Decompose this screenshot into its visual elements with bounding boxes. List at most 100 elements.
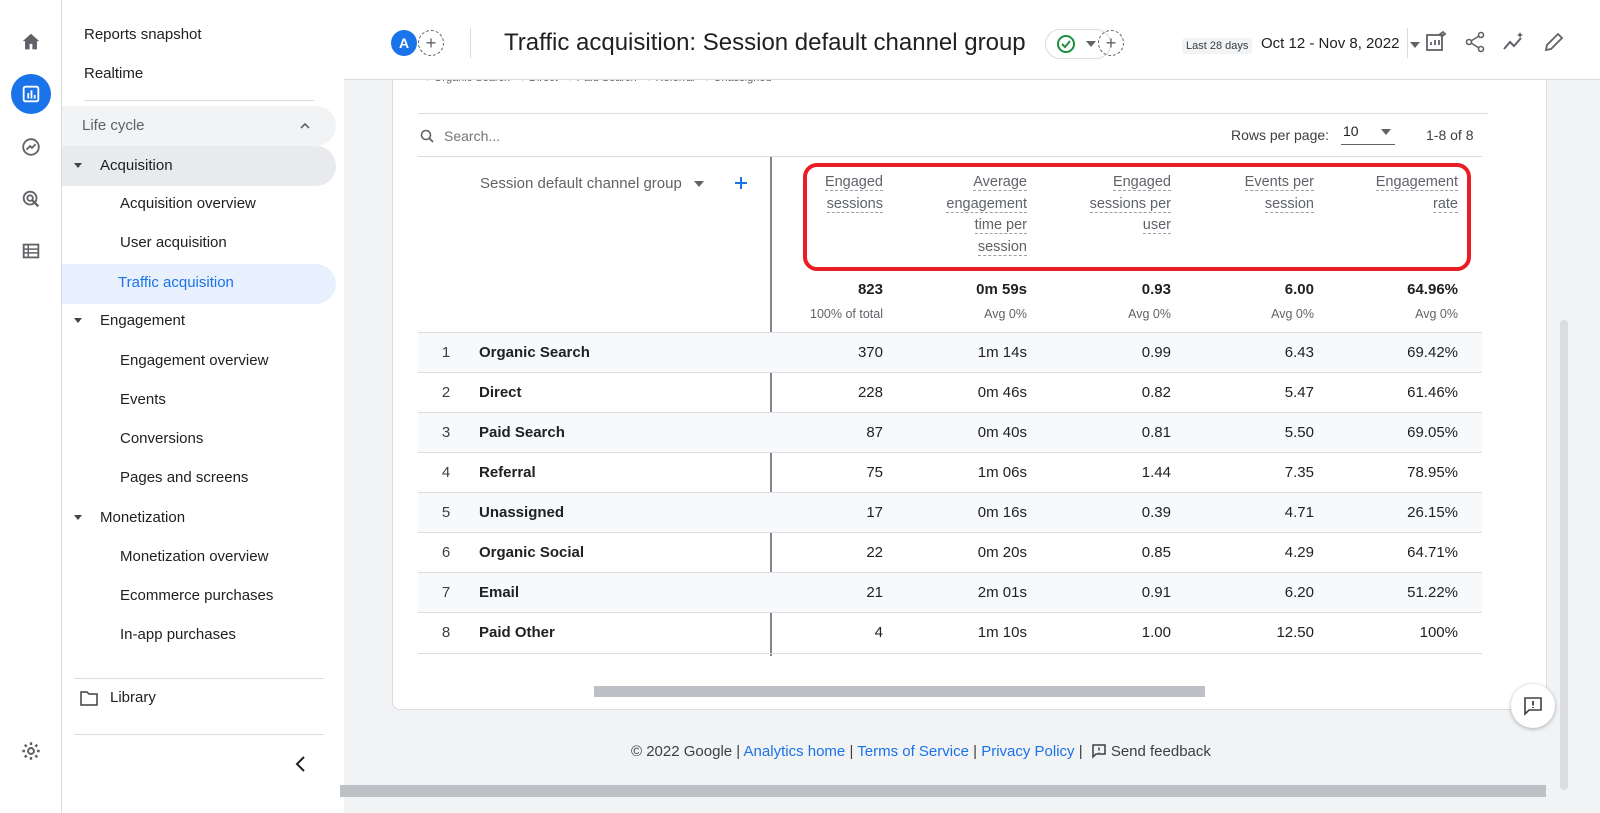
add-report-icon[interactable]: + xyxy=(1098,30,1124,56)
header-divider xyxy=(470,28,471,58)
customize-report-icon[interactable] xyxy=(1422,28,1450,56)
page-vertical-scrollbar[interactable] xyxy=(1560,320,1568,790)
total-sub: Avg 0% xyxy=(1271,307,1314,321)
table-row[interactable]: 8 Paid Other 4 1m 10s 1.00 12.50 100% xyxy=(418,612,1482,652)
nav-conversions[interactable]: Conversions xyxy=(120,430,203,447)
explore-icon[interactable] xyxy=(11,127,51,167)
edit-icon[interactable] xyxy=(1540,28,1568,56)
nav-in-app-purchases[interactable]: In-app purchases xyxy=(120,626,236,643)
table-bottom-border xyxy=(418,653,1482,654)
caret-down-icon xyxy=(1409,42,1420,48)
footer-send-feedback[interactable]: Send feedback xyxy=(1087,743,1211,760)
row-cell: 5.50 xyxy=(1284,424,1314,441)
chevron-up-icon xyxy=(300,122,310,129)
reports-icon[interactable] xyxy=(11,74,51,114)
table-row[interactable]: 2 Direct 228 0m 46s 0.82 5.47 61.46% xyxy=(418,372,1482,412)
nav-divider xyxy=(74,678,324,679)
total-value: 0.93 xyxy=(1141,281,1171,298)
list-icon[interactable] xyxy=(11,231,51,271)
nav-traffic-acquisition[interactable]: Traffic acquisition xyxy=(62,264,336,304)
nav-acquisition-overview[interactable]: Acquisition overview xyxy=(120,195,256,212)
total-value: 0m 59s xyxy=(976,281,1027,298)
nav-reports-snapshot[interactable]: Reports snapshot xyxy=(84,26,202,43)
feedback-icon xyxy=(1524,697,1542,716)
date-preset-label: Last 28 days xyxy=(1182,38,1253,54)
nav-engagement-overview[interactable]: Engagement overview xyxy=(120,352,268,369)
row-cell: 1m 10s xyxy=(977,624,1027,641)
table-row[interactable]: 4 Referral 75 1m 06s 1.44 7.35 78.95% xyxy=(418,452,1482,492)
date-range-picker[interactable]: Oct 12 - Nov 8, 2022 xyxy=(1261,35,1420,52)
row-cell: 1.44 xyxy=(1141,464,1171,481)
nav-divider xyxy=(84,100,314,101)
row-cell: 0.81 xyxy=(1141,424,1171,441)
row-cell: 17 xyxy=(866,504,883,521)
row-cell: 78.95% xyxy=(1407,464,1458,481)
nav-ecommerce-purchases[interactable]: Ecommerce purchases xyxy=(120,587,273,604)
nav-library[interactable]: Library xyxy=(110,689,156,706)
table-row[interactable]: 7 Email 21 2m 01s 0.91 6.20 51.22% xyxy=(418,572,1482,612)
advertising-icon[interactable] xyxy=(11,179,51,219)
add-dimension-icon[interactable] xyxy=(734,176,748,190)
table-top-border xyxy=(418,156,1482,157)
caret-down-icon xyxy=(74,515,82,520)
home-icon[interactable] xyxy=(11,22,51,62)
insights-icon[interactable] xyxy=(1500,28,1528,56)
nav-acquisition[interactable]: Acquisition xyxy=(62,146,336,186)
check-circle-icon xyxy=(1057,35,1075,53)
feedback-button[interactable] xyxy=(1511,684,1555,728)
row-cell: 69.05% xyxy=(1407,424,1458,441)
rows-per-page-label: Rows per page: xyxy=(1231,127,1330,143)
row-dimension: Referral xyxy=(479,464,536,481)
row-cell: 21 xyxy=(866,584,883,601)
row-number: 6 xyxy=(441,544,451,561)
footer-copyright: © 2022 Google | xyxy=(631,743,741,760)
collapse-icon[interactable] xyxy=(294,755,308,773)
row-cell: 1.00 xyxy=(1141,624,1171,641)
row-cell: 51.22% xyxy=(1407,584,1458,601)
nav-monetization-overview[interactable]: Monetization overview xyxy=(120,548,268,565)
nav-acquisition-label: Acquisition xyxy=(100,157,173,174)
table-row[interactable]: 6 Organic Social 22 0m 20s 0.85 4.29 64.… xyxy=(418,532,1482,572)
nav-monetization[interactable]: Monetization xyxy=(100,509,185,526)
nav-engagement[interactable]: Engagement xyxy=(100,312,185,329)
table-row[interactable]: 1 Organic Search 370 1m 14s 0.99 6.43 69… xyxy=(418,332,1482,372)
nav-lifecycle-header[interactable]: Life cycle xyxy=(62,106,336,146)
total-value: 6.00 xyxy=(1284,281,1314,298)
nav-realtime[interactable]: Realtime xyxy=(84,65,143,82)
share-icon[interactable] xyxy=(1461,28,1489,56)
add-comparison-icon[interactable]: + xyxy=(418,30,444,56)
pagination-range: 1-8 of 8 xyxy=(1426,127,1474,143)
table-horizontal-scrollbar[interactable] xyxy=(594,686,1205,697)
table-toolbar: Rows per page: 10 1-8 of 8 xyxy=(418,113,1488,155)
search-input[interactable] xyxy=(444,126,744,146)
footer-separator: | xyxy=(1078,743,1083,760)
nav-events[interactable]: Events xyxy=(120,391,166,408)
rows-per-page-select[interactable]: 10 xyxy=(1341,123,1395,145)
footer-terms-link[interactable]: Terms of Service xyxy=(857,743,969,760)
nav-user-acquisition[interactable]: User acquisition xyxy=(120,234,227,251)
footer-privacy-link[interactable]: Privacy Policy xyxy=(981,743,1074,760)
highlight-box xyxy=(803,163,1471,271)
row-cell: 370 xyxy=(857,344,883,361)
table-row[interactable]: 3 Paid Search 87 0m 40s 0.81 5.50 69.05% xyxy=(418,412,1482,452)
report-header: A + Traffic acquisition: Session default… xyxy=(344,0,1600,80)
row-cell: 1m 14s xyxy=(977,344,1027,361)
row-cell: 26.15% xyxy=(1407,504,1458,521)
row-cell: 22 xyxy=(866,544,883,561)
page-title: Traffic acquisition: Session default cha… xyxy=(504,29,1026,56)
row-dimension: Organic Social xyxy=(479,544,585,561)
nav-pages-and-screens[interactable]: Pages and screens xyxy=(120,469,248,486)
row-cell: 0.39 xyxy=(1141,504,1171,521)
settings-icon[interactable] xyxy=(11,731,51,771)
comparison-avatar[interactable]: A xyxy=(391,30,417,56)
row-dimension: Unassigned xyxy=(479,504,565,521)
page-horizontal-scrollbar[interactable] xyxy=(340,785,1546,797)
total-sub: Avg 0% xyxy=(984,307,1027,321)
row-cell: 75 xyxy=(866,464,883,481)
table-row[interactable]: 5 Unassigned 17 0m 16s 0.39 4.71 26.15% xyxy=(418,492,1482,532)
nav-lifecycle-label: Life cycle xyxy=(82,117,145,134)
footer-analytics-home-link[interactable]: Analytics home xyxy=(744,743,846,760)
search-icon xyxy=(420,129,434,143)
page-footer: © 2022 Google | Analytics home | Terms o… xyxy=(631,743,1211,760)
dimension-column-header[interactable]: Session default channel group xyxy=(480,175,704,192)
